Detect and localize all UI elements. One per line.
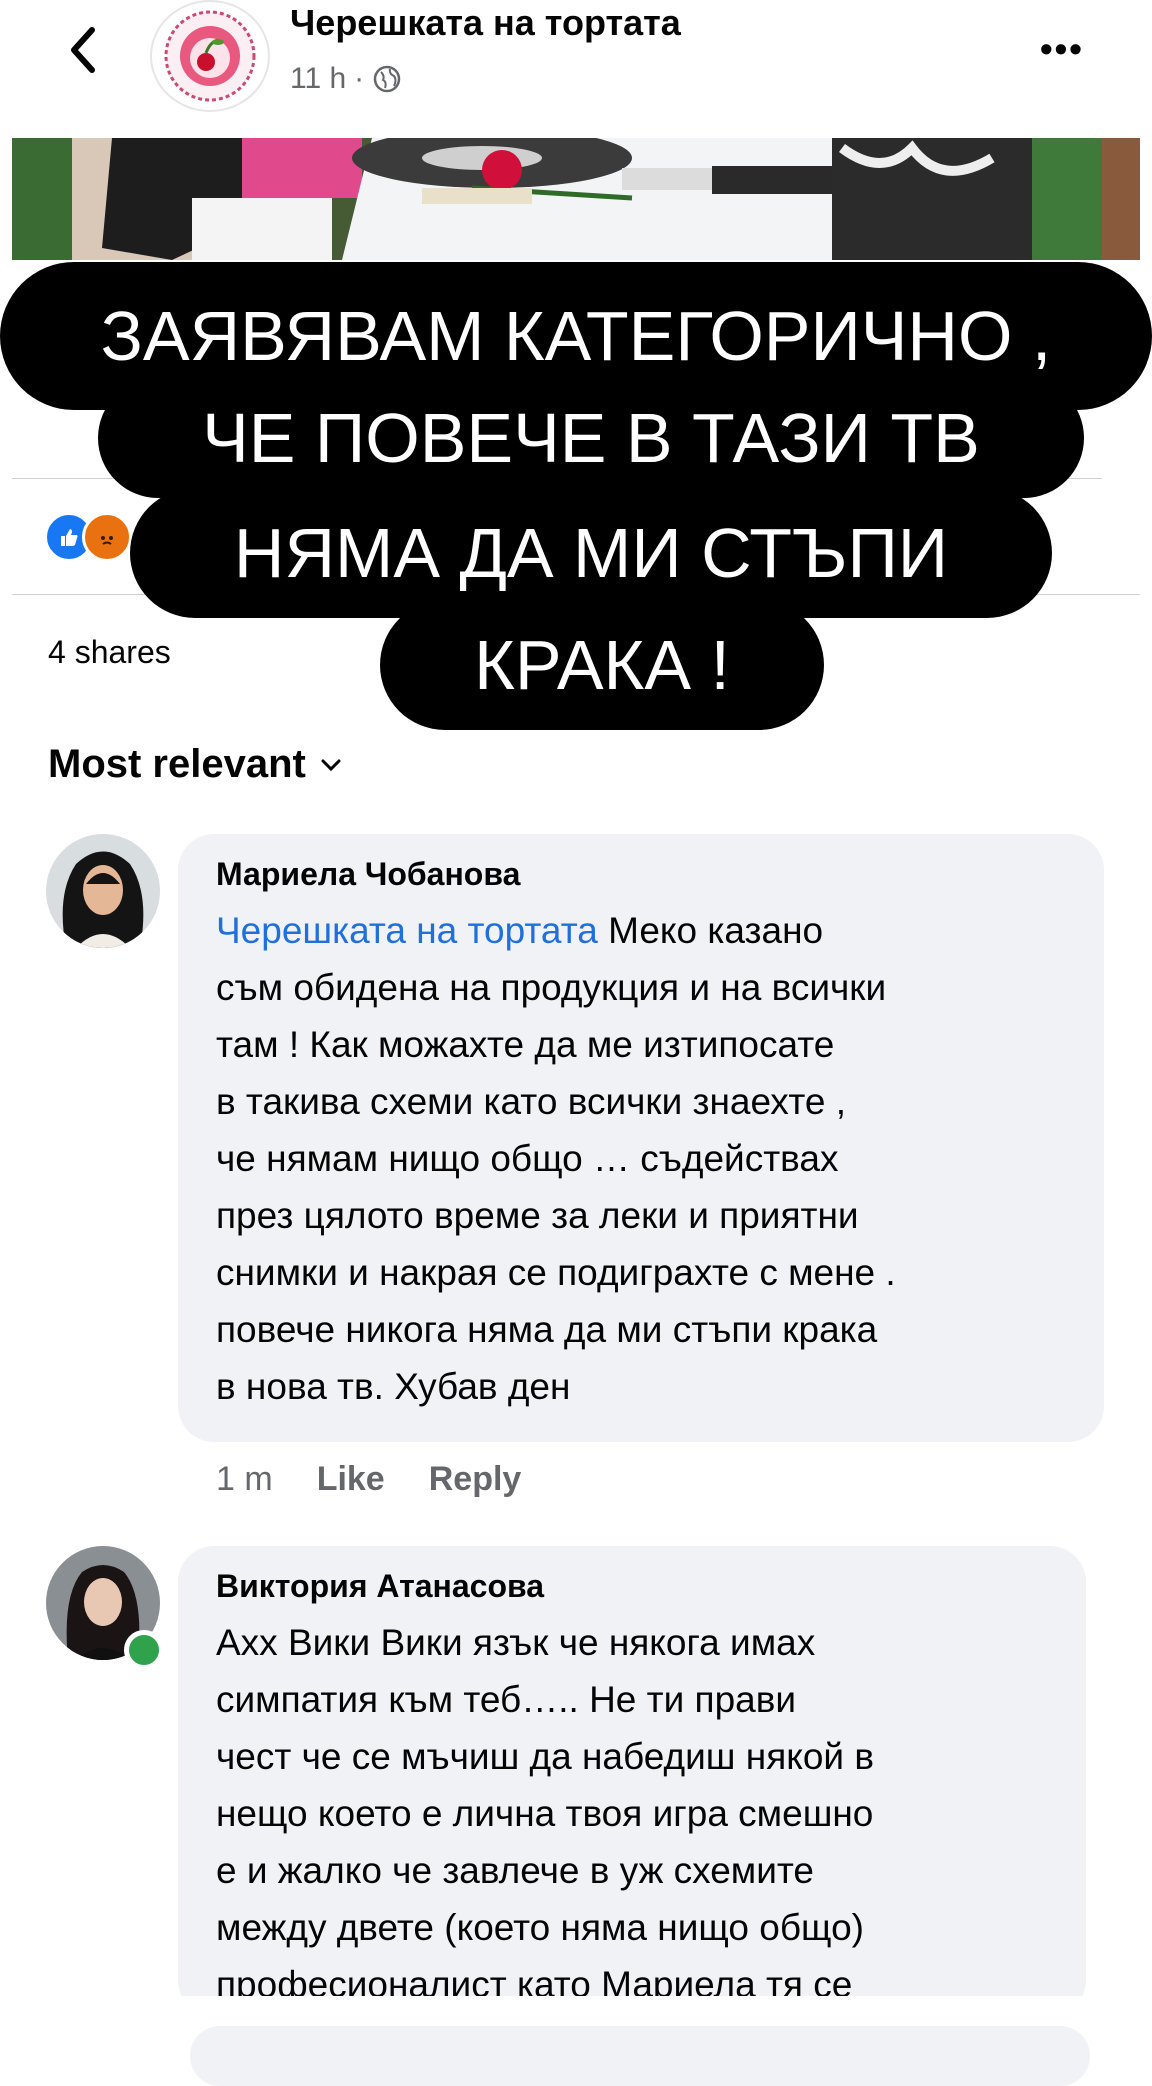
chevron-left-icon bbox=[71, 27, 95, 73]
page-name[interactable]: Черешката на тортата bbox=[290, 2, 681, 44]
overlay-caption-line: ЧЕ ПОВЕЧЕ В ТАЗИ ТВ bbox=[98, 378, 1084, 498]
comment-text: Ахх Вики Вики язък че някога имах симпат… bbox=[216, 1614, 874, 2013]
reply-button[interactable]: Reply bbox=[429, 1460, 522, 1499]
post-header: Черешката на тортата 11 h · ••• bbox=[0, 0, 1152, 130]
cherry-logo-icon bbox=[164, 10, 256, 102]
page-mention-link[interactable]: Черешката на тортата bbox=[216, 910, 598, 951]
chevron-down-icon bbox=[321, 759, 341, 771]
overlay-caption-line: КРАКА ! bbox=[380, 600, 824, 730]
avatar-photo bbox=[46, 834, 160, 948]
shares-count[interactable]: 4 shares bbox=[48, 634, 171, 671]
reaction-summary[interactable] bbox=[44, 512, 132, 562]
comment-bubble[interactable]: Виктория Атанасова Ахх Вики Вики язък че… bbox=[178, 1546, 1086, 2016]
comment-line: в такива схеми като всички знаехте , bbox=[216, 1081, 847, 1122]
more-options-button[interactable]: ••• bbox=[1040, 28, 1084, 70]
comment-line: нещо което е лична твоя игра смешно bbox=[216, 1793, 874, 1834]
comment-line: съм обидена на продукция и на всички bbox=[216, 967, 887, 1008]
comment-author[interactable]: Мариела Чобанова bbox=[216, 856, 520, 893]
post-image[interactable] bbox=[12, 138, 1140, 260]
comment-line: Меко казано bbox=[597, 910, 824, 951]
comment-bubble[interactable]: Мариела Чобанова Черешката на тортата Ме… bbox=[178, 834, 1104, 1442]
comment-line: между двете (което няма нищо общо) bbox=[216, 1907, 864, 1948]
comment-line: е и жалко че завлече в уж схемите bbox=[216, 1850, 814, 1891]
comment-line: снимки и накрая се подиграхте с мене . bbox=[216, 1252, 896, 1293]
comment-sort-dropdown[interactable]: Most relevant bbox=[48, 742, 342, 787]
commenter-avatar[interactable] bbox=[46, 834, 160, 948]
comment-line: в нова тв. Хубав ден bbox=[216, 1366, 571, 1407]
comment-line: чест че се мъчиш да набедиш някой в bbox=[216, 1736, 875, 1777]
comment-line: там ! Как можахте да ме изтипосате bbox=[216, 1024, 835, 1065]
online-status-indicator bbox=[124, 1630, 164, 1670]
angry-reaction-icon bbox=[82, 512, 132, 562]
comment-line: симпатия към теб….. Не ти прави bbox=[216, 1679, 797, 1720]
post-meta: 11 h · bbox=[290, 62, 402, 96]
post-time[interactable]: 11 h bbox=[290, 62, 346, 96]
restaurant-photo bbox=[12, 138, 1140, 260]
comment-author[interactable]: Виктория Атанасова bbox=[216, 1568, 544, 1605]
meta-separator: · bbox=[354, 62, 365, 95]
comment-line: Ахх Вики Вики язък че някога имах bbox=[216, 1622, 816, 1663]
comment-line: че нямам нищо общо … съдействах bbox=[216, 1138, 839, 1179]
like-button[interactable]: Like bbox=[317, 1460, 385, 1499]
page-avatar[interactable] bbox=[150, 0, 270, 112]
comment-text: Черешката на тортата Меко казано съм оби… bbox=[216, 902, 896, 1415]
comment-composer[interactable] bbox=[190, 2026, 1090, 2086]
comment-line: през цялото време за леки и приятни bbox=[216, 1195, 859, 1236]
comment-actions: 1 m Like Reply bbox=[216, 1460, 521, 1499]
back-button[interactable] bbox=[58, 18, 108, 82]
globe-icon bbox=[373, 65, 401, 93]
comment-time[interactable]: 1 m bbox=[216, 1460, 273, 1499]
sort-label: Most relevant bbox=[48, 742, 306, 786]
comment-line: повече никога няма да ми стъпи крака bbox=[216, 1309, 878, 1350]
overlay-caption-line: НЯМА ДА МИ СТЪПИ bbox=[130, 488, 1052, 618]
